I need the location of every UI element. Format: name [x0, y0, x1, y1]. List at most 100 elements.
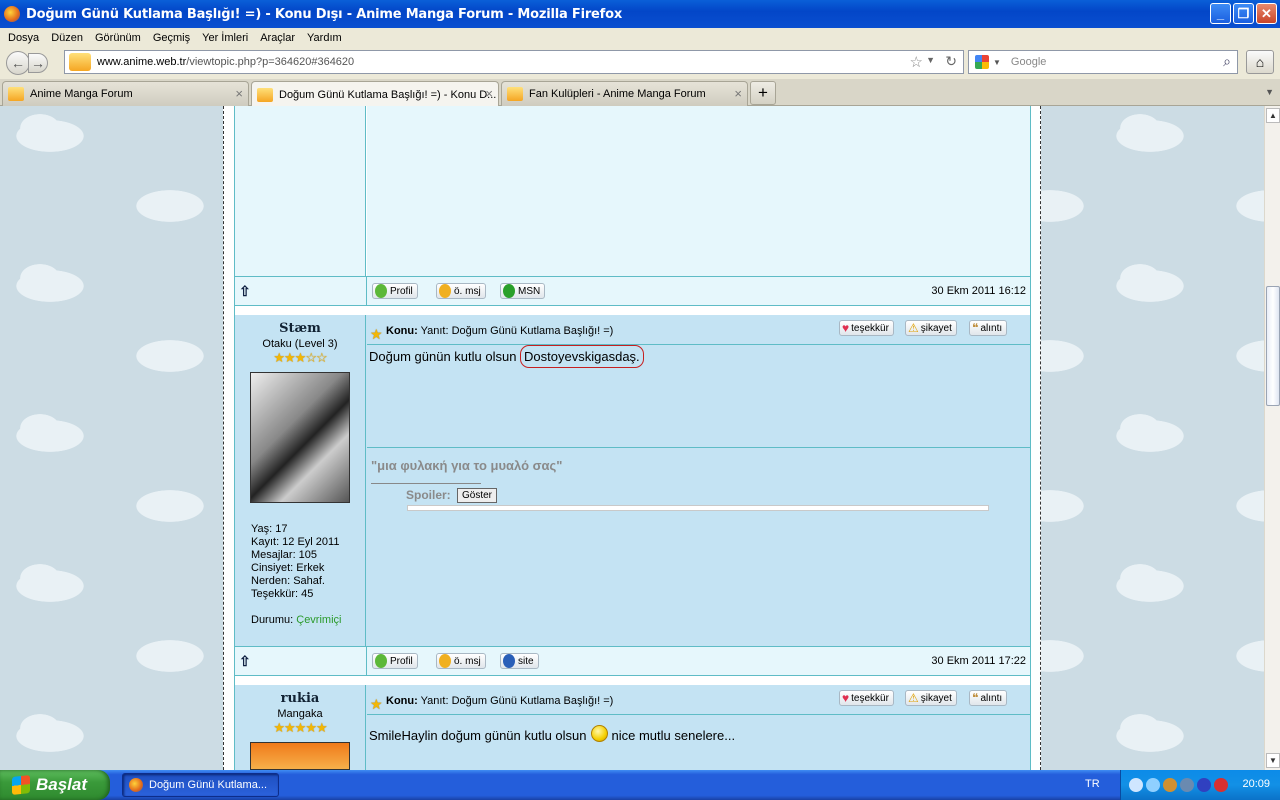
user-rank: Mangaka	[277, 708, 323, 720]
tab-close-icon[interactable]: ×	[734, 86, 742, 101]
tab-birthday-thread[interactable]: Doğum Günü Kutlama Başlığı! =) - Konu D.…	[251, 81, 499, 107]
minimize-button[interactable]: _	[1210, 3, 1231, 24]
url-text[interactable]: www.anime.web.tr/viewtopic.php?p=364620#…	[97, 56, 354, 68]
post-star-icon: ★	[370, 696, 383, 712]
reload-icon[interactable]: ↻	[945, 53, 957, 70]
private-message-button[interactable]: ö. msj	[436, 653, 486, 669]
magnifier-icon[interactable]: ⌕	[1223, 53, 1231, 70]
forward-arrow-icon: →	[31, 55, 45, 71]
username[interactable]: Stæm	[235, 321, 365, 336]
window-title: Doğum Günü Kutlama Başlığı! =) - Konu Dı…	[26, 6, 623, 22]
website-button[interactable]: site	[500, 653, 539, 669]
post-body: Doğum günün kutlu olsun Dostoyevskigasda…	[369, 345, 644, 368]
back-arrow-icon: ←	[11, 55, 25, 71]
post-footer: ⇧ Profil ö. msj site 30 Ekm 2011 17:22	[235, 646, 1030, 676]
security-alert-icon[interactable]	[1214, 778, 1228, 792]
heart-icon: ♥	[842, 321, 850, 335]
start-button[interactable]: Başlat	[0, 770, 110, 800]
close-button[interactable]: ✕	[1256, 3, 1277, 24]
tab-anime-manga-forum[interactable]: Anime Manga Forum ×	[2, 81, 249, 106]
window-controls: _ ❐ ✕	[1210, 3, 1277, 24]
menu-bookmarks[interactable]: Yer İmleri	[196, 32, 254, 44]
message-icon	[439, 654, 451, 668]
post-header: ★ Konu: Yanıt: Doğum Günü Kutlama Başlığ…	[367, 685, 1030, 715]
maximize-button[interactable]: ❐	[1233, 3, 1254, 24]
page-viewport: ⇧ Profil ö. msj MSN 30 Ekm 2011 16:12 St…	[0, 106, 1264, 770]
menu-history[interactable]: Geçmiş	[147, 32, 196, 44]
page-container: ⇧ Profil ö. msj MSN 30 Ekm 2011 16:12 St…	[223, 106, 1041, 770]
tab-label: Doğum Günü Kutlama Başlığı! =) - Konu D.…	[279, 88, 497, 101]
scroll-up-icon[interactable]: ▲	[1266, 108, 1280, 123]
post-rukia: rukia Mangaka ★★★★★ ★ Konu: Yanıt: Doğum…	[235, 685, 1030, 770]
firefox-icon	[129, 778, 143, 792]
profile-icon	[375, 654, 387, 668]
message-icon	[439, 284, 451, 298]
search-box[interactable]: ▼ Google ⌕	[968, 50, 1238, 74]
menu-help[interactable]: Yardım	[301, 32, 348, 44]
url-bar[interactable]: www.anime.web.tr/viewtopic.php?p=364620#…	[64, 50, 964, 74]
system-tray: TR 20:09	[1085, 770, 1280, 800]
warning-icon: ⚠	[908, 321, 919, 335]
rank-stars-icon: ★★★★★	[273, 720, 327, 735]
quote-icon: ❝	[972, 321, 979, 335]
vertical-scrollbar[interactable]: ▲ ▼	[1264, 106, 1280, 770]
engine-dropdown-icon[interactable]: ▼	[993, 58, 1001, 67]
menu-edit[interactable]: Düzen	[45, 32, 89, 44]
scroll-down-icon[interactable]: ▼	[1266, 753, 1280, 768]
tab-fan-clubs[interactable]: Fan Kulüpleri - Anime Manga Forum ×	[501, 81, 748, 106]
new-tab-button[interactable]: +	[750, 81, 776, 105]
back-button[interactable]: ←	[6, 51, 30, 75]
post-staem: Stæm Otaku (Level 3) ★★★☆☆ Yaş: 17 Kayıt…	[235, 315, 1030, 647]
tab-close-icon[interactable]: ×	[235, 86, 243, 101]
user-info: Yaş: 17 Kayıt: 12 Eyl 2011 Mesajlar: 105…	[251, 523, 365, 627]
msn-button[interactable]: MSN	[500, 283, 546, 299]
profile-button[interactable]: Profil	[372, 653, 418, 669]
home-icon: ⌂	[1255, 54, 1265, 70]
post-date: 30 Ekm 2011 17:22	[931, 655, 1026, 667]
thanks-button[interactable]: ♥ teşekkür	[839, 320, 894, 336]
home-button[interactable]: ⌂	[1246, 50, 1274, 74]
avatar	[250, 742, 350, 770]
bookmark-star-icon[interactable]: ☆	[910, 53, 923, 71]
thanks-button[interactable]: ♥ teşekkür	[839, 690, 894, 706]
back-to-top-icon[interactable]: ⇧	[239, 653, 370, 670]
post-body: SmileHaylin doğum günün kutlu olsun nice …	[369, 725, 735, 743]
tab-list-dropdown-icon[interactable]: ▼	[1265, 87, 1274, 97]
post-content: ★ Konu: Yanıt: Doğum Günü Kutlama Başlığ…	[367, 315, 1030, 647]
windows-logo-icon	[12, 775, 30, 795]
back-to-top-icon[interactable]: ⇧	[239, 283, 370, 300]
spoiler-show-button[interactable]: Göster	[457, 488, 498, 503]
post-footer: ⇧ Profil ö. msj MSN 30 Ekm 2011 16:12	[235, 276, 1030, 306]
tab-favicon-icon	[8, 87, 24, 101]
scroll-thumb[interactable]	[1266, 286, 1280, 406]
menu-view[interactable]: Görünüm	[89, 32, 147, 44]
quote-icon: ❝	[972, 691, 979, 705]
post-subject: Konu: Yanıt: Doğum Günü Kutlama Başlığı!…	[386, 325, 614, 337]
firefox-tray-icon[interactable]	[1163, 778, 1177, 792]
tab-favicon-icon	[507, 87, 523, 101]
tab-label: Anime Manga Forum	[30, 88, 133, 100]
tray-expand-icon[interactable]	[1129, 778, 1143, 792]
taskbar-firefox-window[interactable]: Doğum Günü Kutlama...	[122, 773, 279, 797]
tray-app-icon[interactable]	[1180, 778, 1194, 792]
network-icon[interactable]	[1146, 778, 1160, 792]
profile-icon	[375, 284, 387, 298]
forward-button[interactable]: →	[28, 53, 48, 73]
quote-button[interactable]: ❝ alıntı	[969, 690, 1008, 706]
google-engine-icon[interactable]	[975, 55, 989, 69]
post-header: ★ Konu: Yanıt: Doğum Günü Kutlama Başlığ…	[367, 315, 1030, 345]
quote-button[interactable]: ❝ alıntı	[969, 320, 1008, 336]
language-indicator[interactable]: TR	[1085, 778, 1100, 790]
tab-close-icon[interactable]: ×	[485, 86, 493, 101]
private-message-button[interactable]: ö. msj	[436, 283, 486, 299]
url-history-dropdown-icon[interactable]: ▼	[926, 55, 935, 65]
profile-button[interactable]: Profil	[372, 283, 418, 299]
menu-file[interactable]: Dosya	[2, 32, 45, 44]
username[interactable]: rukia	[235, 691, 365, 706]
report-button[interactable]: ⚠ şikayet	[905, 690, 957, 706]
bluetooth-icon[interactable]	[1197, 778, 1211, 792]
report-button[interactable]: ⚠ şikayet	[905, 320, 957, 336]
online-status: Durumu: Çevrimiçi	[251, 614, 342, 626]
menu-tools[interactable]: Araçlar	[254, 32, 301, 44]
signature: "μια φυλακή για το μυαλό σας" Spoiler: G…	[367, 447, 1030, 647]
